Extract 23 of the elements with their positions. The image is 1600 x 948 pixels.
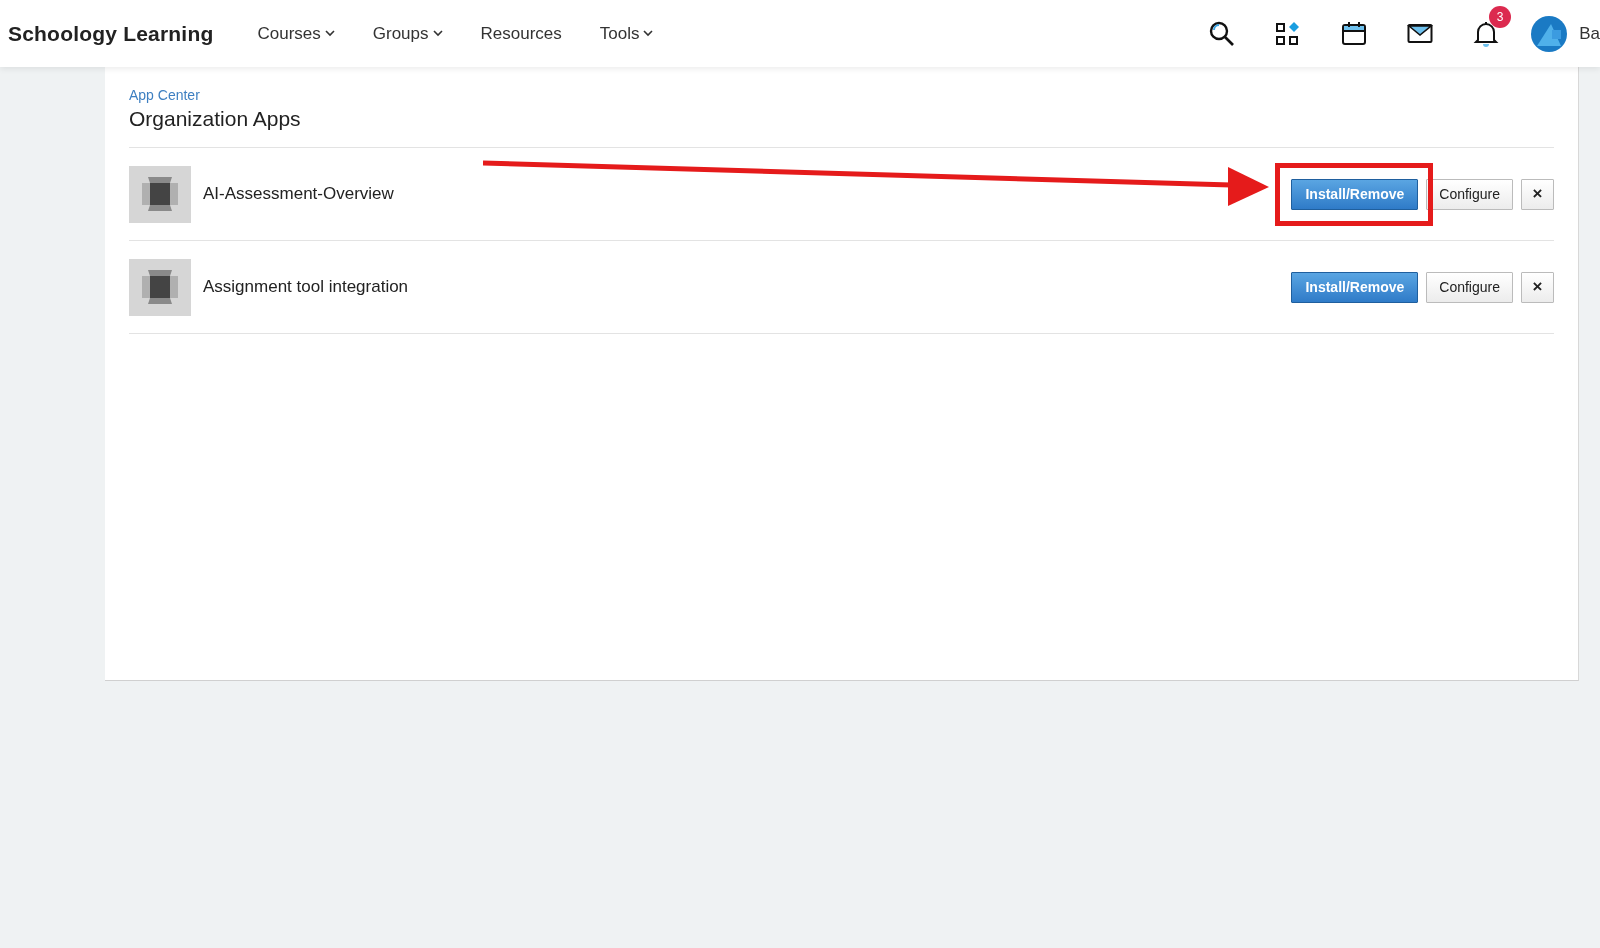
nav-link[interactable]: Tools — [599, 23, 654, 44]
mail-icon[interactable] — [1407, 22, 1434, 45]
bell-icon[interactable] — [1473, 19, 1500, 48]
avatar-icon[interactable] — [1531, 15, 1568, 52]
nav-link[interactable]: Courses — [257, 23, 335, 44]
app-name: AI-Assessment-Overview — [203, 184, 394, 204]
nav-link[interactable]: Groups — [372, 23, 443, 44]
configure-button[interactable]: Configure — [1426, 271, 1513, 303]
search-icon[interactable] — [1209, 20, 1236, 47]
configure-button[interactable]: Configure — [1426, 178, 1513, 210]
nav-link[interactable]: Resources — [480, 23, 562, 44]
app-thumbnail-icon — [129, 165, 191, 223]
app-thumbnail-icon — [129, 258, 191, 316]
remove-button[interactable]: × — [1521, 178, 1554, 210]
app-logo[interactable]: Schoology Learning — [8, 21, 214, 46]
app-name: Assignment tool integration — [203, 277, 409, 297]
calendar-icon[interactable] — [1341, 20, 1368, 47]
breadcrumb-link[interactable]: App Center — [129, 87, 200, 103]
page-title: Organization Apps — [129, 107, 302, 131]
remove-button[interactable]: × — [1521, 271, 1554, 303]
user-name[interactable]: Ba — [1579, 23, 1600, 44]
notification-badge: 3 — [1489, 5, 1512, 28]
apps-grid-icon[interactable] — [1275, 20, 1302, 47]
